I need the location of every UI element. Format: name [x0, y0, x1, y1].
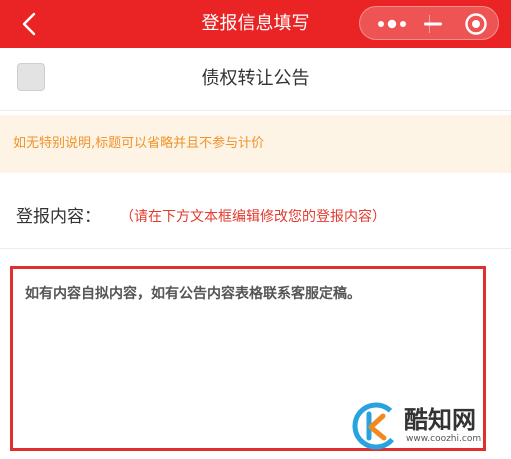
mini-program-capsule — [359, 6, 499, 40]
editor-text[interactable]: 如有内容自拟内容，如有公告内容表格联系客服定稿。 — [25, 283, 361, 303]
minimize-icon[interactable] — [422, 13, 444, 35]
content-label: 登报内容： — [16, 207, 101, 227]
notice-text: 如无特别说明,标题可以省略并且不参与计价 — [13, 136, 265, 151]
more-dots-icon[interactable] — [372, 13, 412, 35]
watermark-name: 酷知网 — [404, 406, 476, 434]
coozhi-logo-icon — [352, 402, 400, 450]
top-navbar: 登报信息填写 — [0, 0, 511, 48]
notice-banner: 如无特别说明,标题可以省略并且不参与计价 — [0, 115, 511, 173]
title-row: 债权转让公告 — [0, 48, 511, 111]
content-hint: （请在下方文本框编辑修改您的登报内容） — [120, 209, 386, 225]
announcement-title: 债权转让公告 — [201, 68, 310, 89]
watermark-url: www.coozhi.com — [406, 434, 482, 444]
watermark: 酷知网 www.coozhi.com — [352, 400, 502, 452]
record-icon[interactable] — [464, 12, 488, 36]
content-label-row: 登报内容： （请在下方文本框编辑修改您的登报内容） — [0, 186, 511, 249]
